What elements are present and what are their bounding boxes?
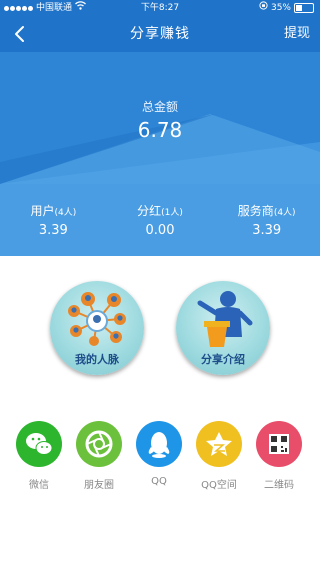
share-intro-label: 分享介绍 (201, 353, 245, 366)
battery-percent: 35% (270, 3, 291, 13)
battery-icon (294, 3, 314, 13)
total-value: 6.78 (137, 118, 183, 142)
stat-dividend[interactable]: 分红(1人) 0.00 (107, 184, 214, 256)
share-label: 朋友圈 (84, 480, 114, 491)
status-bar: 中国联通 下午8:27 35% (0, 0, 320, 16)
share-qq[interactable]: QQ (129, 421, 189, 487)
stat-users[interactable]: 用户(4人) 3.39 (0, 184, 107, 256)
qq-icon (136, 421, 182, 467)
battery-level (296, 5, 302, 11)
stat-value: 3.39 (38, 223, 68, 238)
my-network-button[interactable]: 我的人脉 (50, 281, 144, 375)
wechat-icon (16, 421, 62, 467)
share-wechat[interactable]: 微信 (9, 421, 69, 491)
share-qzone[interactable]: QQ空间 (189, 421, 249, 491)
share-label: 微信 (29, 480, 49, 491)
stats-row: 用户(4人) 3.39 分红(1人) 0.00 服务商(4人) 3.39 (0, 184, 320, 256)
stat-name: 分红(1人) (137, 204, 183, 218)
qrcode-icon (256, 421, 302, 467)
moments-icon (76, 421, 122, 467)
total-label: 总金额 (141, 100, 178, 114)
withdraw-button[interactable]: 提现 (284, 16, 310, 52)
stat-value: 0.00 (145, 223, 175, 238)
share-label: 二维码 (264, 480, 294, 491)
page-title: 分享赚钱 (130, 26, 190, 42)
orientation-lock-icon (259, 0, 268, 16)
status-right: 35% (259, 0, 314, 16)
stat-name: 服务商(4人) (237, 204, 296, 218)
share-moments[interactable]: 朋友圈 (69, 421, 129, 491)
share-qrcode[interactable]: 二维码 (249, 421, 309, 491)
total-panel: 总金额 6.78 (0, 52, 320, 184)
qzone-icon (196, 421, 242, 467)
share-intro-button[interactable]: 分享介绍 (176, 281, 270, 375)
share-label: QQ (151, 476, 167, 487)
my-network-label: 我的人脉 (75, 353, 119, 366)
stat-name: 用户(4人) (30, 204, 77, 218)
nav-bar: 分享赚钱 提现 (0, 16, 320, 52)
stat-value: 3.39 (252, 223, 282, 238)
stat-providers[interactable]: 服务商(4人) 3.39 (213, 184, 320, 256)
share-label: QQ空间 (201, 480, 237, 491)
